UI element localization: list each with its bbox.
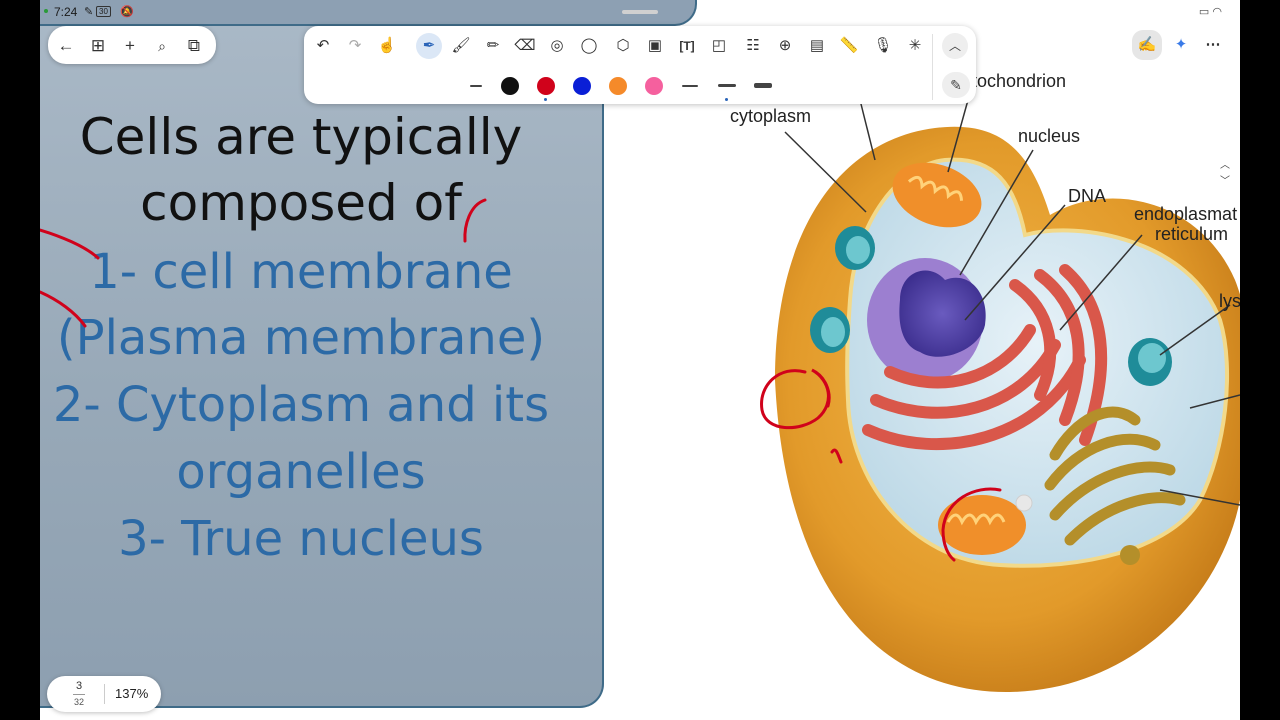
stroke-thin-option[interactable] [470,85,482,87]
label-er-line1: endoplasmat [1134,204,1238,224]
redo-icon[interactable]: ↷ [342,33,368,59]
back-arrow-icon[interactable]: ← [54,34,78,58]
label-nucleus: nucleus [1018,126,1081,146]
ruler-icon[interactable]: 📏 [836,33,862,59]
total-pages: 32 [73,697,84,707]
wifi-icon: ◠ [1212,6,1222,18]
mitochondrion [938,495,1026,555]
eraser-icon[interactable]: ⌫ [512,33,538,59]
color-swatch-black[interactable] [501,77,519,95]
cell-diagram [775,99,1240,693]
status-bar: 7:24 ✎ 30 🔕 ▭ ◠ [40,0,1240,26]
scroll-up-icon[interactable]: ︿ [1220,156,1230,171]
label-cytoplasm: cytoplasm [730,106,812,126]
chevron-up-icon[interactable]: ︿ [942,33,968,59]
thickness-selected-indicator [725,98,728,101]
text-icon[interactable]: [T] [674,33,700,59]
color-swatch-pink[interactable] [645,77,663,95]
page-pill-divider [104,684,105,704]
page-indicator-pill[interactable]: 3 32 137% [47,676,161,712]
lasso-circle-icon[interactable]: ◎ [544,33,570,59]
ai-pen-icon[interactable]: ✍ [1132,30,1162,60]
pen-icon[interactable]: ✒ [416,33,442,59]
color-swatch-orange[interactable] [609,77,627,95]
table-icon[interactable]: ☷ [740,33,766,59]
note-canvas[interactable]: Cells are typically composed of 1- cell … [40,0,1240,720]
drawing-toolbar: ↶ ↷ ☝ ✒ 🖌 ✏ ⌫ ◎ ◯ ⬡ ▣ [T] ◰ ☷ ⊕ ▤ 📏 🎙 ✳ … [304,26,976,104]
highlighter-icon[interactable]: ✏ [480,33,506,59]
shapes-icon[interactable]: ⬡ [610,33,636,59]
stroke-medium-option[interactable] [718,84,736,87]
toolbar-divider-2 [932,70,933,100]
brush-icon[interactable]: 🖌 [448,33,474,59]
stroke-thin-option-2[interactable] [682,85,698,87]
stroke-thick-option[interactable] [754,83,772,88]
drag-handle[interactable] [622,10,658,14]
more-options-icon[interactable]: ⋯ [1202,34,1224,56]
current-page-number: 3 [75,680,83,692]
zoom-level[interactable]: 137% [115,686,148,701]
stack-icon[interactable]: ⧉ [182,34,206,58]
mic-icon[interactable]: 🎙 [870,33,896,59]
green-dot-icon [44,9,48,13]
sticky-note-icon[interactable]: ◰ [706,33,732,59]
label-mitochondrion: tochondrion [972,71,1067,91]
navigation-pill: ← ⊞ + ⌕ ⧉ [48,26,216,64]
sync-icon: ✎ [84,6,94,18]
zoom-icon[interactable]: ⊕ [772,33,798,59]
color-swatch-red[interactable] [537,77,555,95]
color-swatch-blue[interactable] [573,77,591,95]
label-dna: DNA [1068,186,1107,206]
laser-icon[interactable]: ✳ [902,33,928,59]
notification-badge: 30 [96,6,111,17]
battery-icon: ▭ [1198,6,1210,18]
status-left-area: 7:24 ✎ 30 🔕 [40,0,697,26]
page-fraction-line [73,694,85,695]
color-selected-indicator [544,98,547,101]
sparkle-icon[interactable]: ✦ [1170,34,1192,56]
status-right-icons: ▭ ◠ [1199,5,1222,18]
pen-settings-icon[interactable]: ✎ [942,72,970,98]
mute-icon: 🔕 [120,6,134,18]
scroll-down-icon[interactable]: ﹀ [1220,172,1230,187]
image-icon[interactable]: ▣ [642,33,668,59]
lasso-icon[interactable]: ◯ [576,33,602,59]
label-er-line2: reticulum [1155,224,1229,244]
touch-hand-icon[interactable]: ☝ [374,33,400,59]
grid-icon[interactable]: ⊞ [86,34,110,58]
plus-icon[interactable]: + [118,34,142,58]
label-lysosome: lys [1219,291,1240,311]
undo-icon[interactable]: ↶ [310,33,336,59]
search-icon[interactable]: ⌕ [150,34,174,58]
status-time: 7:24 [54,5,78,19]
chart-icon[interactable]: ▤ [804,33,830,59]
